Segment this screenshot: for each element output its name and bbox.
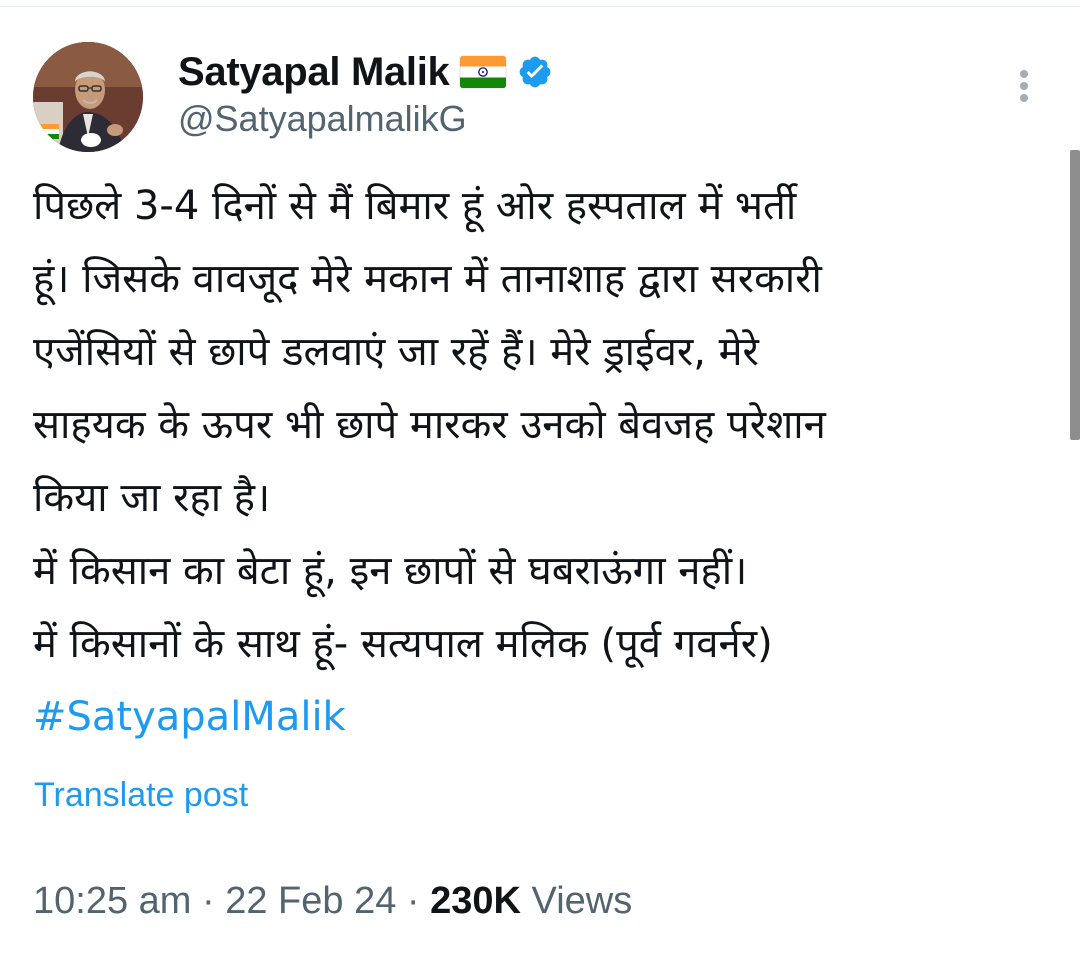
top-divider bbox=[0, 6, 1080, 7]
post-text-line: पिछले 3-4 दिनों से मैं बिमार हूं ओर हस्प… bbox=[33, 183, 797, 229]
avatar[interactable] bbox=[33, 42, 143, 152]
post-text: पिछले 3-4 दिनों से मैं बिमार हूं ओर हस्प… bbox=[33, 170, 1043, 754]
views-label: Views bbox=[521, 880, 633, 922]
post-text-line: में किसानों के साथ हूं- सत्यपाल मलिक (पू… bbox=[33, 621, 773, 667]
author-handle[interactable]: @SatyapalmalikG bbox=[178, 98, 467, 140]
india-flag-icon bbox=[459, 55, 507, 89]
hashtag-line: #SatyapalMalik bbox=[33, 681, 1043, 754]
views-count[interactable]: 230K bbox=[430, 880, 521, 922]
post-date[interactable]: 22 Feb 24 bbox=[225, 880, 396, 922]
post-text-line: साहयक के ऊपर भी छापे मारकर उनको बेवजह पर… bbox=[33, 402, 826, 448]
meta-separator: · bbox=[396, 880, 431, 922]
scrollbar[interactable] bbox=[1070, 150, 1080, 440]
author-display-name[interactable]: Satyapal Malik bbox=[178, 50, 450, 95]
tweet-detail-screen: Satyapal Malik @SatyapalmalikG पिछले 3-4… bbox=[0, 0, 1080, 958]
more-options-button[interactable] bbox=[1008, 66, 1040, 106]
post-text-line: हूं। जिसके वावजूद मेरे मकान में तानाशाह … bbox=[33, 256, 822, 302]
meta-separator: · bbox=[191, 880, 226, 922]
translate-post-link[interactable]: Translate post bbox=[34, 776, 248, 815]
more-dot-icon bbox=[1020, 94, 1028, 102]
post-text-line: में किसान का बेटा हूं, इन छापों से घबराऊ… bbox=[33, 548, 748, 594]
post-text-line: किया जा रहा है। bbox=[33, 475, 271, 521]
post-time[interactable]: 10:25 am bbox=[33, 880, 191, 922]
author-name-row: Satyapal Malik bbox=[178, 44, 553, 100]
verified-badge-icon bbox=[520, 56, 551, 88]
hashtag-link[interactable]: #SatyapalMalik bbox=[33, 694, 346, 740]
more-dot-icon bbox=[1020, 82, 1028, 90]
post-meta: 10:25 am · 22 Feb 24 · 230K Views bbox=[33, 880, 632, 923]
more-dot-icon bbox=[1020, 70, 1028, 78]
profile-photo-icon bbox=[33, 42, 143, 152]
post-text-line: एजेंसियों से छापे डलवाएं जा रहें हैं। मे… bbox=[33, 329, 759, 375]
